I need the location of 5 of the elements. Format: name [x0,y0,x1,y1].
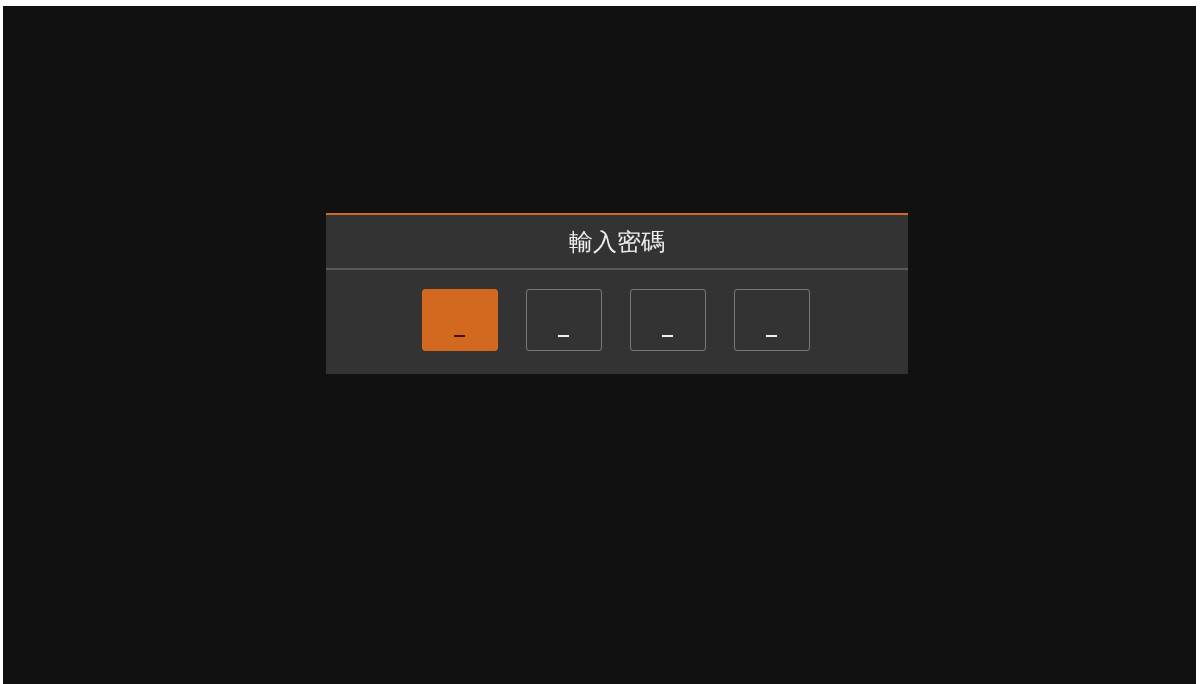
pin-digit-field[interactable]: _ [525,289,602,351]
pin-digit-field[interactable]: _ [733,289,810,351]
pin-digit-field[interactable]: _ [629,289,706,351]
pin-digit-field[interactable]: _ [421,289,498,351]
dialog-title: 輸入密碼 [325,215,908,270]
